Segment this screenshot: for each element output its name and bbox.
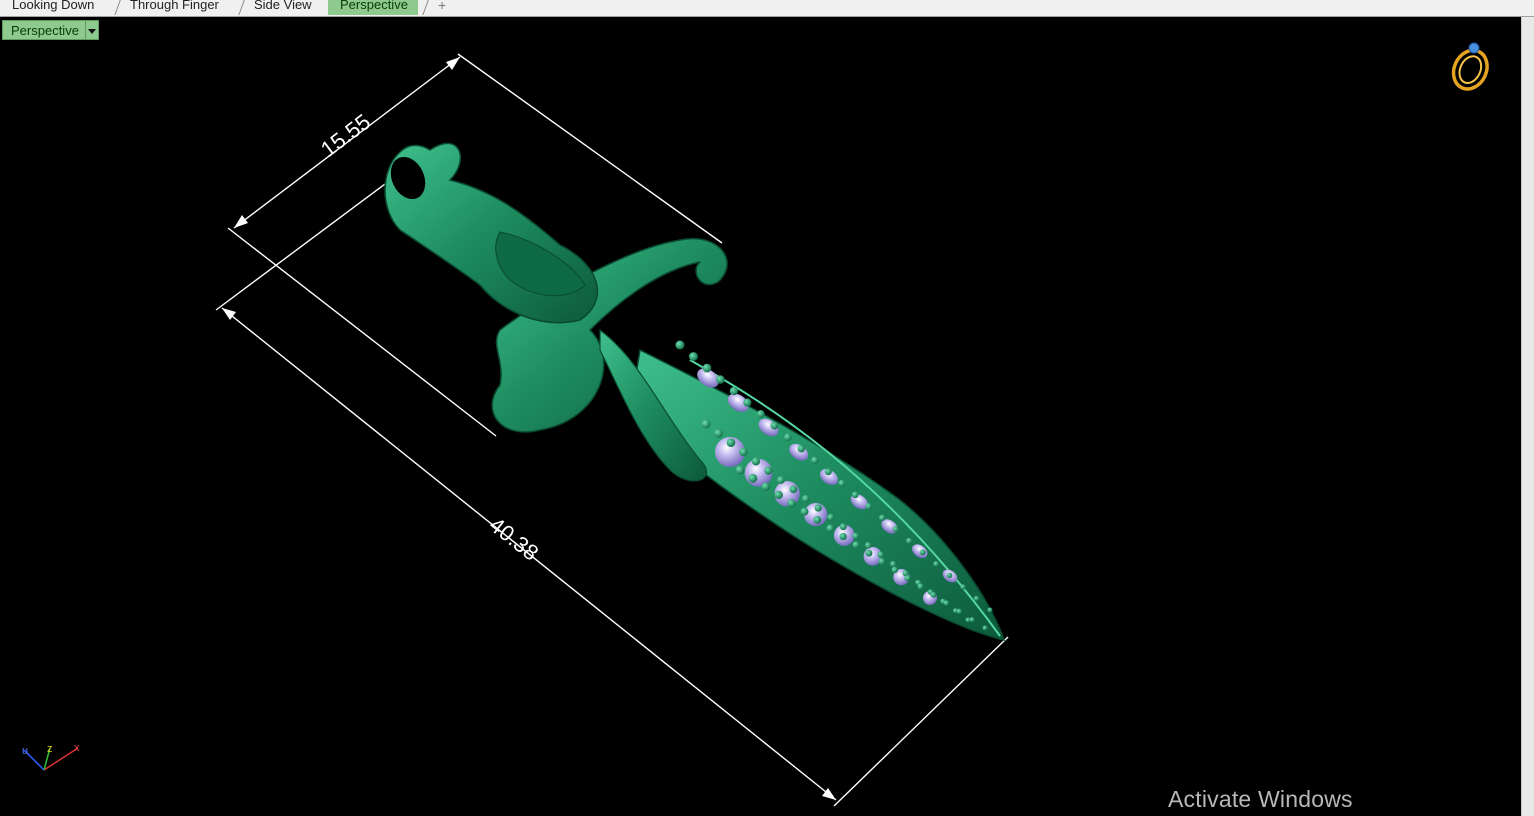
bead — [852, 541, 860, 549]
bead — [776, 476, 785, 484]
bead — [864, 542, 872, 549]
bead — [716, 375, 725, 384]
bead — [877, 551, 884, 558]
chevron-down-icon[interactable] — [84, 20, 99, 40]
bead — [892, 526, 899, 533]
bead — [735, 465, 745, 475]
bead — [987, 607, 993, 613]
bead — [891, 566, 898, 574]
bead — [890, 560, 897, 568]
bead — [930, 591, 937, 598]
bead — [852, 532, 860, 540]
bead — [743, 398, 752, 407]
view-selector-label[interactable]: Perspective — [2, 20, 85, 40]
axis-z-label: z — [47, 743, 53, 755]
bead — [797, 444, 806, 453]
bead — [865, 549, 873, 557]
dimension-lines — [215, 53, 1009, 807]
bead — [906, 537, 913, 544]
bead — [714, 428, 723, 438]
bead — [770, 421, 779, 430]
bead — [946, 572, 953, 579]
viewport-scene: u z x — [22, 42, 1493, 807]
bead — [973, 595, 980, 602]
bead — [800, 507, 809, 516]
bead — [764, 466, 773, 475]
activate-windows-watermark: Activate Windows — [1168, 786, 1353, 812]
bead — [838, 479, 846, 487]
bead — [878, 514, 886, 522]
bead — [748, 473, 758, 483]
bead — [739, 447, 748, 457]
axis-u-label: u — [22, 745, 28, 757]
bead — [726, 438, 736, 447]
bead — [702, 363, 712, 373]
bead — [878, 558, 886, 565]
bead — [784, 433, 792, 441]
axis-gizmo: u z x — [22, 742, 80, 771]
bead — [729, 386, 739, 396]
bead — [675, 340, 685, 350]
view-selector[interactable]: Perspective — [2, 20, 99, 40]
bead — [956, 608, 962, 615]
bead — [839, 523, 847, 531]
bead — [933, 561, 939, 567]
bead — [943, 600, 950, 606]
bead — [751, 457, 761, 466]
bead — [814, 504, 822, 512]
bead — [756, 410, 765, 419]
bead — [960, 584, 966, 590]
bead — [689, 352, 698, 361]
bead — [826, 524, 835, 532]
bead — [811, 456, 819, 464]
bead — [839, 532, 847, 541]
bead — [919, 549, 926, 556]
bead — [774, 490, 783, 500]
axis-x-label: x — [74, 742, 80, 754]
bead — [827, 513, 835, 521]
dagger-model[interactable] — [384, 142, 1006, 642]
bead — [982, 625, 988, 631]
bead — [802, 494, 810, 503]
bead — [761, 482, 771, 491]
bead — [851, 491, 859, 499]
bead — [904, 574, 911, 582]
bead — [824, 468, 832, 476]
bead — [813, 516, 822, 524]
bead — [969, 617, 975, 623]
bead — [917, 583, 924, 590]
bead — [701, 419, 711, 429]
ring-icon[interactable] — [1447, 42, 1493, 95]
bead — [865, 503, 872, 510]
bead — [789, 485, 798, 494]
bead — [787, 499, 796, 508]
